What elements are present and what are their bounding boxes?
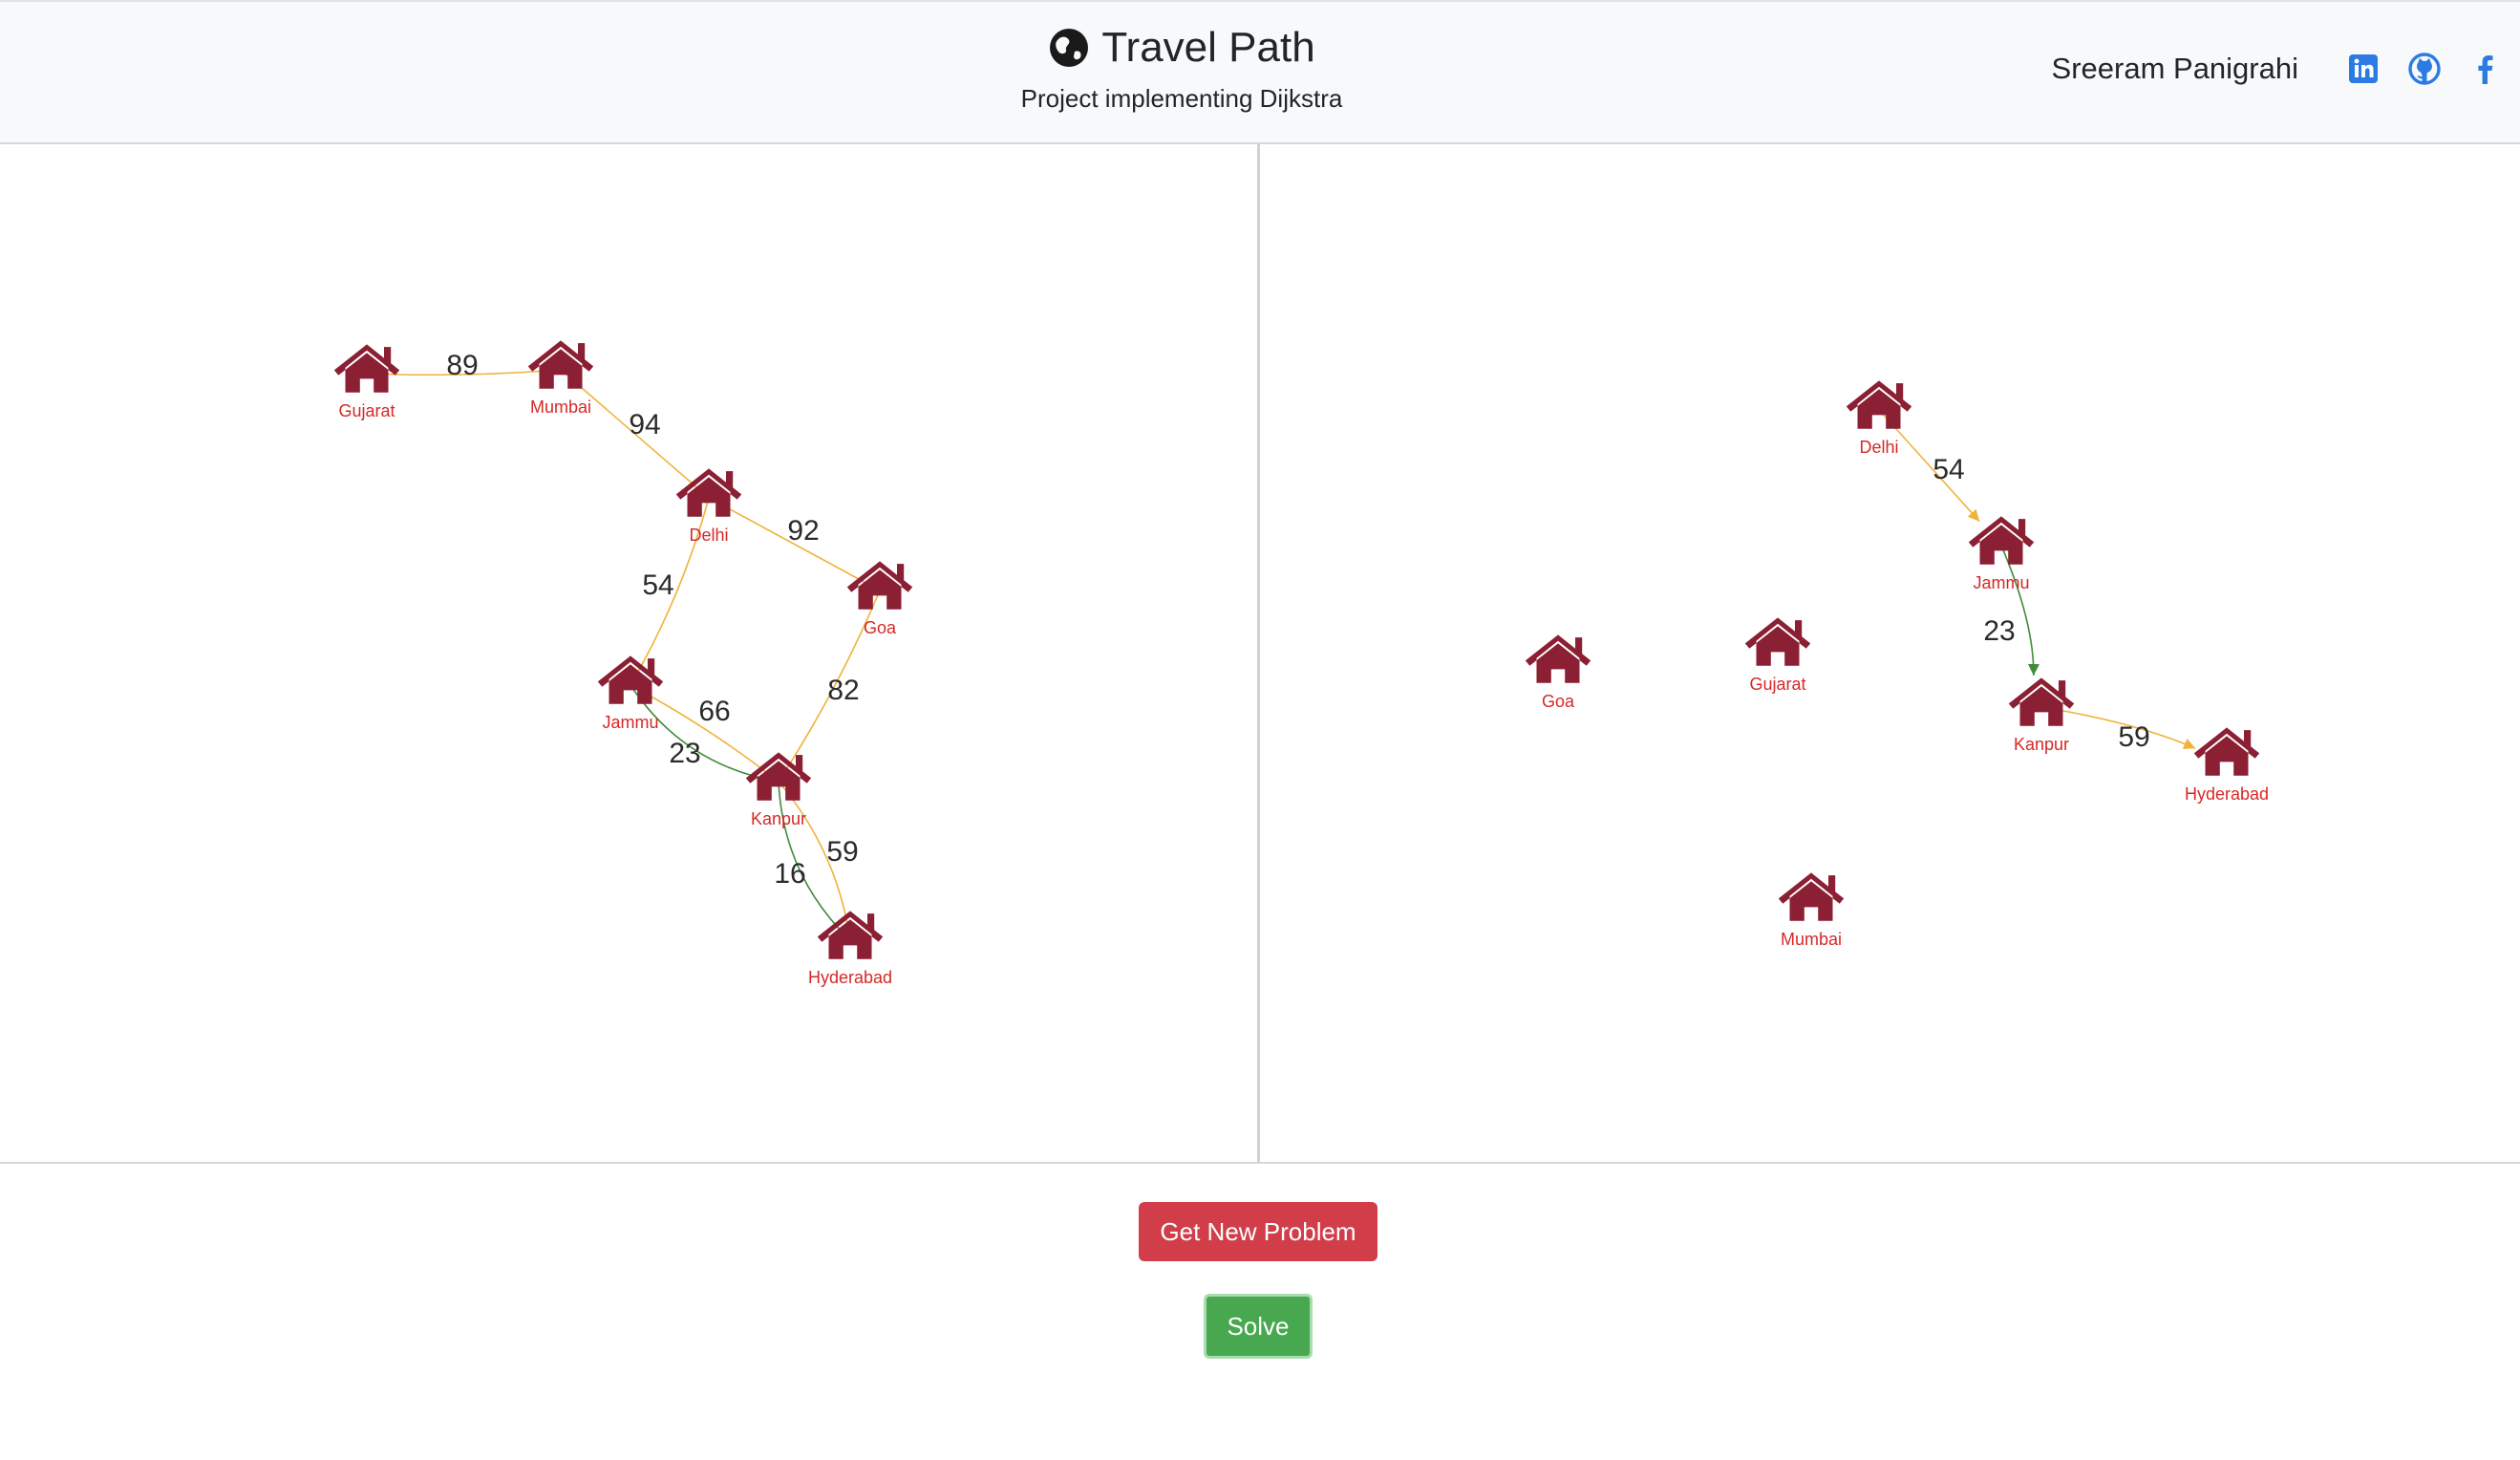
node-label-kanpur: Kanpur [2014,735,2069,754]
edge-weight-label: 94 [629,409,660,440]
node-label-delhi: Delhi [689,526,728,545]
node-label-mumbai: Mumbai [530,397,591,417]
edge-weight-label: 66 [698,696,730,727]
page-title: Travel Path [1101,24,1315,71]
edge-weight-label: 89 [446,350,478,381]
house-icon[interactable] [846,561,913,610]
edge-weight-label: 92 [787,515,819,547]
house-icon[interactable] [745,752,812,801]
edge-weight-label: 59 [826,836,858,868]
house-icon[interactable] [527,340,594,389]
node-label-goa: Goa [864,618,897,637]
node-label-jammu: Jammu [1973,573,2029,592]
edge-weight-label: 16 [774,858,805,890]
house-icon[interactable] [1846,380,1912,429]
problem-graph-panel: Gujarat Mumbai Delhi Goa Jammu Kanpur Hyderaba… [0,144,1260,1163]
globe-icon [1050,29,1089,67]
facebook-icon[interactable] [2468,52,2503,86]
node-label-gujarat: Gujarat [1749,675,1805,694]
node-label-delhi: Delhi [1859,438,1898,457]
node-label-hyderabad: Hyderabad [808,968,892,987]
node-label-hyderabad: Hyderabad [2185,784,2269,804]
house-icon[interactable] [597,655,664,704]
node-label-goa: Goa [1542,692,1575,711]
node-label-kanpur: Kanpur [751,809,806,828]
node-label-gujarat: Gujarat [338,401,395,420]
house-icon[interactable] [2193,727,2260,776]
solution-graph-canvas[interactable]: Delhi Jammu Goa Gujarat Kanpur Hyderabad Mumba… [1260,144,2520,1163]
edge-weight-label: 82 [827,675,859,706]
house-icon[interactable] [1778,872,1845,921]
brand-title-row: Travel Path [1048,19,1315,76]
house-icon[interactable] [333,344,400,393]
house-icon[interactable] [817,911,884,959]
house-icon[interactable] [1525,634,1591,683]
edge-weight-label: 54 [642,569,673,601]
edge-weight-label: 59 [2118,721,2149,753]
brand: Travel Path Project implementing Dijkstr… [0,19,2363,114]
page-subtitle: Project implementing Dijkstra [1020,84,1343,113]
author-name: Sreeram Panigrahi [2051,52,2298,85]
edge-weight-label: 54 [1933,454,1964,485]
house-icon[interactable] [1968,516,2035,565]
solve-button[interactable]: Solve [1204,1294,1313,1359]
house-icon[interactable] [1744,617,1811,666]
node-label-jammu: Jammu [602,713,658,732]
solution-graph-panel: Delhi Jammu Goa Gujarat Kanpur Hyderabad Mumba… [1260,144,2520,1163]
navbar: Travel Path Project implementing Dijkstr… [0,0,2520,144]
github-icon[interactable] [2407,52,2442,86]
edge-weight-label: 23 [1983,615,2015,647]
author-area: Sreeram Panigrahi [2052,52,2503,86]
edge-weight-label: 23 [669,738,700,769]
panel-divider [0,1162,2520,1164]
problem-graph-canvas[interactable]: Gujarat Mumbai Delhi Goa Jammu Kanpur Hyderaba… [0,144,1257,1163]
linkedin-icon[interactable] [2346,52,2381,86]
get-new-problem-button[interactable]: Get New Problem [1139,1202,1377,1261]
edge-jammu-kanpur [2000,545,2039,676]
node-label-mumbai: Mumbai [1781,930,1842,949]
house-icon[interactable] [2008,677,2075,726]
